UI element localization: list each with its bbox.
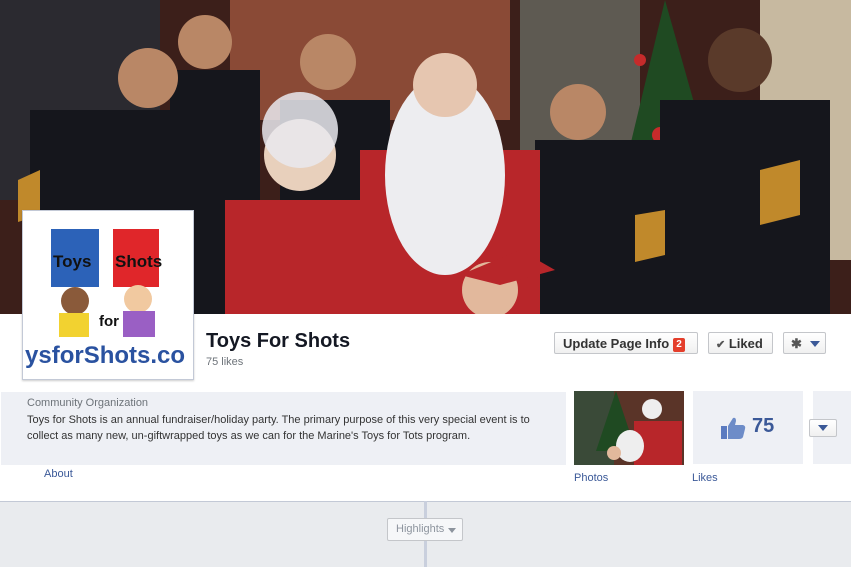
gear-icon: ✱ — [791, 336, 802, 351]
liked-button[interactable]: ✔ Liked — [708, 332, 773, 354]
notification-badge: 2 — [673, 338, 685, 352]
update-page-info-label: Update Page Info — [563, 336, 670, 351]
likes-total: 75 — [752, 415, 775, 437]
logo-text-shots: Shots — [115, 252, 162, 271]
about-link[interactable]: About — [44, 468, 73, 480]
likes-link[interactable]: Likes — [692, 472, 718, 484]
thumbs-up-icon — [721, 417, 746, 439]
page-likes-count: 75 likes — [206, 356, 244, 368]
update-page-info-button[interactable]: Update Page Info 2 — [554, 332, 698, 354]
chevron-down-icon — [448, 528, 456, 533]
page-title[interactable]: Toys For Shots — [206, 330, 350, 353]
profile-picture[interactable]: Toys Shots for ysforShots.co — [22, 210, 194, 380]
more-tabs-button[interactable] — [809, 419, 837, 437]
highlights-dropdown[interactable]: Highlights — [387, 518, 463, 541]
toys-for-shots-logo: Toys Shots for ysforShots.co — [23, 211, 193, 379]
logo-text-toys: Toys — [53, 252, 91, 271]
page-description: Toys for Shots is an annual fundraiser/h… — [27, 414, 530, 442]
page-category: Community Organization — [27, 397, 149, 409]
logo-text-for: for — [99, 313, 119, 330]
photos-thumbnail-image — [574, 391, 684, 465]
chevron-down-icon — [818, 425, 828, 431]
photos-thumbnail[interactable] — [574, 391, 684, 465]
chevron-down-icon — [810, 341, 820, 347]
highlights-label: Highlights — [396, 523, 445, 535]
likes-box[interactable] — [693, 391, 803, 464]
photos-link[interactable]: Photos — [574, 472, 608, 484]
liked-label: Liked — [728, 336, 763, 351]
settings-button[interactable]: ✱ — [783, 332, 826, 354]
logo-text-url: ysforShots.co — [25, 342, 185, 369]
checkmark-icon: ✔ — [716, 339, 726, 351]
